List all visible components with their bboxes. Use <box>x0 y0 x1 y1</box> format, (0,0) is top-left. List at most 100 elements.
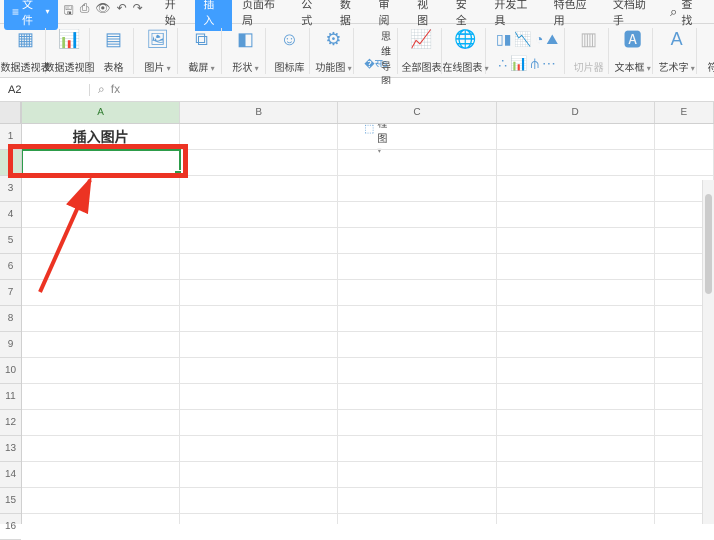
cell-a5[interactable] <box>22 228 180 254</box>
cell-c14[interactable] <box>338 462 496 488</box>
cell-d16[interactable] <box>497 514 655 524</box>
online-chart-button[interactable]: 🌐 在线图表 <box>446 28 486 74</box>
tab-data[interactable]: 数据 <box>332 0 369 31</box>
cell-b11[interactable] <box>180 384 338 410</box>
row-header-7[interactable]: 7 <box>0 280 21 306</box>
tab-home[interactable]: 开始 <box>157 0 194 31</box>
cell-d11[interactable] <box>497 384 655 410</box>
col-header-c[interactable]: C <box>338 102 496 123</box>
col-header-d[interactable]: D <box>497 102 655 123</box>
cell-a2[interactable] <box>22 150 180 176</box>
cell-a11[interactable] <box>22 384 180 410</box>
cell-d14[interactable] <box>497 462 655 488</box>
tab-review[interactable]: 审阅 <box>370 0 407 31</box>
save-icon[interactable]: 🖫 <box>64 1 74 22</box>
print-icon[interactable]: ⎙ <box>80 1 90 22</box>
col-header-a[interactable]: A <box>22 102 180 123</box>
bar-chart-icon[interactable]: ▯▮ <box>496 31 511 48</box>
tab-formula[interactable]: 公式 <box>293 0 330 31</box>
cell-c11[interactable] <box>338 384 496 410</box>
row-header-6[interactable]: 6 <box>0 254 21 280</box>
preview-icon[interactable]: 👁 <box>95 1 110 22</box>
cell-c9[interactable] <box>338 332 496 358</box>
cell-e2[interactable] <box>655 150 714 176</box>
fx-label[interactable]: fx <box>111 82 120 97</box>
cell-b10[interactable] <box>180 358 338 384</box>
fx-search-icon[interactable]: ⌕ <box>98 82 105 97</box>
cell-b15[interactable] <box>180 488 338 514</box>
scrollbar-thumb[interactable] <box>705 194 712 294</box>
cell-c4[interactable] <box>338 202 496 228</box>
more-chart-icon[interactable]: ⋯ <box>542 55 556 72</box>
cell-c1[interactable] <box>338 124 496 150</box>
formula-input[interactable] <box>128 84 714 96</box>
cell-b6[interactable] <box>180 254 338 280</box>
row-header-14[interactable]: 14 <box>0 462 21 488</box>
cell-b2[interactable] <box>180 150 338 176</box>
cell-b4[interactable] <box>180 202 338 228</box>
row-header-2[interactable]: 2 <box>0 150 21 176</box>
name-box[interactable]: A2 <box>0 84 90 96</box>
cell-a7[interactable] <box>22 280 180 306</box>
tab-security[interactable]: 安全 <box>448 0 485 31</box>
cell-d2[interactable] <box>497 150 655 176</box>
cell-d5[interactable] <box>497 228 655 254</box>
cell-a1[interactable]: 插入图片 <box>22 124 180 150</box>
row-header-16[interactable]: 16 <box>0 514 21 540</box>
cell-a16[interactable] <box>22 514 180 524</box>
scatter-chart-icon[interactable]: ∴ <box>498 55 507 72</box>
cell-c3[interactable] <box>338 176 496 202</box>
pivot-table-button[interactable]: ▦ 数据透视表 <box>6 28 46 74</box>
wordart-button[interactable]: A 艺术字 <box>657 28 697 74</box>
row-header-12[interactable]: 12 <box>0 410 21 436</box>
row-header-13[interactable]: 13 <box>0 436 21 462</box>
undo-icon[interactable]: ↶ <box>117 1 127 22</box>
cell-b14[interactable] <box>180 462 338 488</box>
cell-d7[interactable] <box>497 280 655 306</box>
cell-a6[interactable] <box>22 254 180 280</box>
tab-dev-tools[interactable]: 开发工具 <box>486 0 543 31</box>
cell-c5[interactable] <box>338 228 496 254</box>
tab-insert[interactable]: 插入 <box>195 0 232 31</box>
screenshot-button[interactable]: ⧉ 截屏 <box>182 28 222 74</box>
picture-button[interactable]: 🖼 图片 <box>138 28 178 74</box>
cell-d3[interactable] <box>497 176 655 202</box>
cell-c15[interactable] <box>338 488 496 514</box>
cell-e1[interactable] <box>655 124 714 150</box>
cell-c7[interactable] <box>338 280 496 306</box>
cell-b9[interactable] <box>180 332 338 358</box>
cell-b13[interactable] <box>180 436 338 462</box>
cell-b16[interactable] <box>180 514 338 524</box>
col-header-b[interactable]: B <box>180 102 338 123</box>
cell-a14[interactable] <box>22 462 180 488</box>
cell-d4[interactable] <box>497 202 655 228</box>
cell-c2[interactable] <box>338 150 496 176</box>
cell-a10[interactable] <box>22 358 180 384</box>
stock-chart-icon[interactable]: 📊 <box>510 55 527 72</box>
combo-chart-icon[interactable]: ⫛ <box>531 55 539 72</box>
cell-a3[interactable] <box>22 176 180 202</box>
cell-a13[interactable] <box>22 436 180 462</box>
table-button[interactable]: ▤ 表格 <box>94 28 134 74</box>
cell-a8[interactable] <box>22 306 180 332</box>
cell-c16[interactable] <box>338 514 496 524</box>
cell-a15[interactable] <box>22 488 180 514</box>
redo-icon[interactable]: ↷ <box>133 1 143 22</box>
pivot-chart-button[interactable]: 📊 数据透视图 <box>50 28 90 74</box>
function-chart-button[interactable]: ⚙ 功能图 <box>314 28 354 74</box>
grid-body[interactable]: 插入图片 <box>22 124 714 524</box>
col-header-e[interactable]: E <box>655 102 714 123</box>
cell-a12[interactable] <box>22 410 180 436</box>
cell-a9[interactable] <box>22 332 180 358</box>
cell-c6[interactable] <box>338 254 496 280</box>
row-header-4[interactable]: 4 <box>0 202 21 228</box>
cell-b8[interactable] <box>180 306 338 332</box>
icon-lib-button[interactable]: ☺ 图标库 <box>270 28 310 74</box>
row-header-15[interactable]: 15 <box>0 488 21 514</box>
cell-c8[interactable] <box>338 306 496 332</box>
cell-c12[interactable] <box>338 410 496 436</box>
cell-b7[interactable] <box>180 280 338 306</box>
cell-d10[interactable] <box>497 358 655 384</box>
cell-c10[interactable] <box>338 358 496 384</box>
row-header-5[interactable]: 5 <box>0 228 21 254</box>
